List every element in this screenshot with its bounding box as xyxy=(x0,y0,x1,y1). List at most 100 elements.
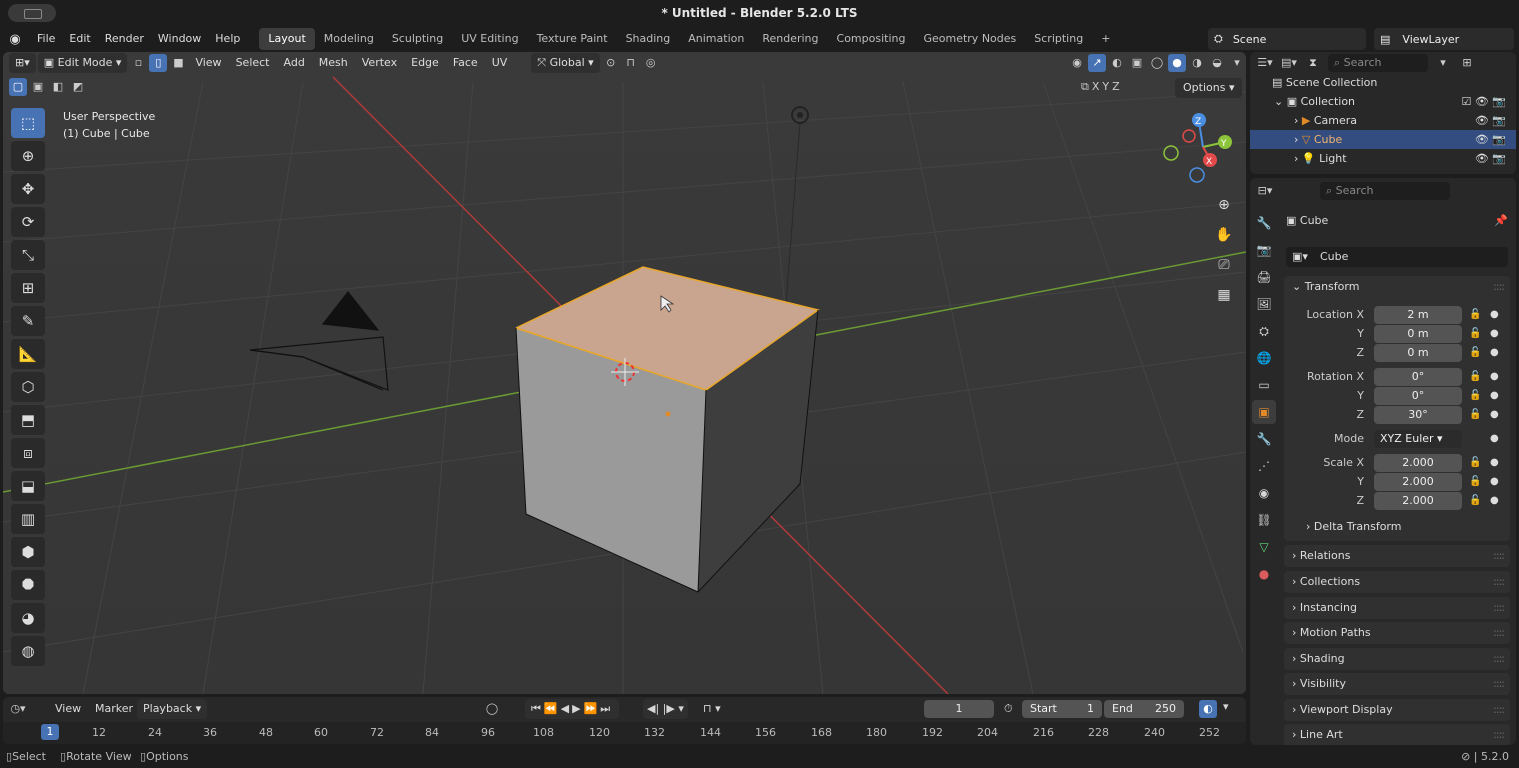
timeline-menu-view[interactable]: View xyxy=(49,699,87,719)
tab-layout[interactable]: Layout xyxy=(259,28,315,50)
transform-tool-icon[interactable]: ⊞ xyxy=(11,273,45,303)
menu-vertex[interactable]: Vertex xyxy=(356,53,403,73)
keyframe-dot-icon[interactable]: ● xyxy=(1490,371,1499,382)
tool-tab-icon[interactable]: 🔧 xyxy=(1252,211,1276,235)
add-workspace-button[interactable]: + xyxy=(1092,28,1119,50)
pan-hand-icon[interactable]: ✋ xyxy=(1211,222,1237,248)
lock-icon[interactable]: 🔓 xyxy=(1469,476,1481,487)
scene-selector[interactable]: ⛭ Scene xyxy=(1208,28,1366,50)
expand-chevron-icon[interactable]: ⌄ xyxy=(1274,95,1287,108)
lock-icon[interactable]: 🔓 xyxy=(1469,457,1481,468)
face-select-icon[interactable]: ■ xyxy=(169,54,187,72)
transform-chevron-icon[interactable]: ⌄ xyxy=(1292,280,1305,293)
filter-icon[interactable]: ⧗ xyxy=(1304,54,1322,72)
outliner-item-light[interactable]: › 💡 Light 👁 📷 xyxy=(1250,149,1516,168)
pivot-icon[interactable]: ⊙ xyxy=(602,54,620,72)
keyframe-nav-icons[interactable]: ◀| |▶ ▾ xyxy=(643,699,688,719)
outliner-item-camera[interactable]: › ▶ Camera 👁 📷 xyxy=(1250,111,1516,130)
keyframe-dot-icon[interactable]: ● xyxy=(1490,390,1499,401)
tab-sculpting[interactable]: Sculpting xyxy=(383,28,452,50)
outliner-filter-dropdown-icon[interactable]: ▾ xyxy=(1434,54,1452,72)
select-extend-icon[interactable]: ▣ xyxy=(29,78,47,96)
keyframe-dot-icon[interactable]: ● xyxy=(1490,495,1499,506)
keyframe-dot-icon[interactable]: ● xyxy=(1490,433,1499,444)
keyframe-dot-icon[interactable]: ● xyxy=(1490,347,1499,358)
play-icon[interactable]: ▶ xyxy=(572,702,583,715)
object-name-field[interactable]: ▣▾ Cube xyxy=(1286,247,1508,267)
keyframe-dot-icon[interactable]: ● xyxy=(1490,328,1499,339)
properties-search-input[interactable]: ⌕ Search xyxy=(1320,182,1450,200)
timeline-menu-marker[interactable]: Marker xyxy=(89,699,139,719)
shading-options-icon[interactable]: ▾ xyxy=(1228,54,1246,72)
mirror-x[interactable]: X xyxy=(1092,80,1100,94)
3d-viewport[interactable]: Z Y X ⊞▾ ▣ Edit Mode ▾ ▫ ▯ ■ View Select… xyxy=(3,52,1246,694)
drag-handle-icon[interactable]: :::: xyxy=(1493,622,1505,644)
lock-icon[interactable]: 🔓 xyxy=(1469,409,1481,420)
edge-select-icon[interactable]: ▯ xyxy=(149,54,168,72)
tab-texture-paint[interactable]: Texture Paint xyxy=(528,28,617,50)
chevron-down-icon[interactable]: ▾ xyxy=(1223,700,1229,713)
scale-tool-icon[interactable]: ⤡ xyxy=(11,240,45,270)
mirror-icon[interactable]: ⧉ xyxy=(1081,80,1089,94)
inset-tool-icon[interactable]: ⧈ xyxy=(11,438,45,468)
loop-cut-tool-icon[interactable]: ▥ xyxy=(11,504,45,534)
display-mode-icon[interactable]: ▤▾ xyxy=(1280,54,1298,72)
annotate-tool-icon[interactable]: ✎ xyxy=(11,306,45,336)
drag-handle-icon[interactable]: :::: xyxy=(1493,571,1505,593)
lock-icon[interactable]: 🔓 xyxy=(1469,390,1481,401)
select-new-icon[interactable]: ▢ xyxy=(9,78,27,96)
scale-x-field[interactable]: 2.000 xyxy=(1374,454,1462,472)
view-layer-tab-icon[interactable]: 🖼 xyxy=(1252,292,1276,316)
smooth-tool-icon[interactable]: ◍ xyxy=(11,636,45,666)
move-tool-icon[interactable]: ✥ xyxy=(11,174,45,204)
end-frame-field[interactable]: End 250 xyxy=(1104,700,1184,718)
location-x-field[interactable]: 2 m xyxy=(1374,306,1462,324)
lock-icon[interactable]: 🔓 xyxy=(1469,495,1481,506)
menu-file[interactable]: File xyxy=(30,27,62,51)
rotate-tool-icon[interactable]: ⟳ xyxy=(11,207,45,237)
physics-tab-icon[interactable]: ◉ xyxy=(1252,481,1276,505)
keyframe-dot-icon[interactable]: ● xyxy=(1490,309,1499,320)
collapse-chevron-icon[interactable]: › xyxy=(1294,114,1302,127)
lock-icon[interactable]: 🔓 xyxy=(1469,347,1481,358)
panel-line-art[interactable]: › Line Art:::: xyxy=(1284,724,1510,745)
render-tab-icon[interactable]: 📷 xyxy=(1252,238,1276,262)
collapse-chevron-icon[interactable]: › xyxy=(1294,133,1302,146)
menu-mesh[interactable]: Mesh xyxy=(313,53,354,73)
outliner-collection[interactable]: ⌄ ▣ Collection ☑ 👁 📷 xyxy=(1250,92,1516,111)
orientation-dropdown[interactable]: ⤧ Global ▾ xyxy=(531,53,600,73)
select-invert-icon[interactable]: ◩ xyxy=(69,78,87,96)
select-subtract-icon[interactable]: ◧ xyxy=(49,78,67,96)
timeline-editor-icon[interactable]: ◷▾ xyxy=(9,700,27,718)
drag-handle-icon[interactable]: :::: xyxy=(1493,724,1505,745)
menu-edit[interactable]: Edit xyxy=(62,27,97,51)
cursor-tool-icon[interactable]: ⊕ xyxy=(11,141,45,171)
delta-transform-subpanel[interactable]: › Delta Transform xyxy=(1306,520,1401,533)
menu-help[interactable]: Help xyxy=(208,27,247,51)
gizmo-toggle-icon[interactable]: ↗ xyxy=(1088,54,1106,72)
light-visibility-icons[interactable]: 👁 📷 xyxy=(1475,149,1506,168)
window-switch-icon[interactable] xyxy=(8,4,56,22)
rotation-y-field[interactable]: 0° xyxy=(1374,387,1462,405)
menu-add[interactable]: Add xyxy=(278,53,311,73)
timeline-overlay-icon[interactable]: ◐ xyxy=(1199,700,1217,718)
tab-compositing[interactable]: Compositing xyxy=(828,28,915,50)
lock-icon[interactable]: 🔓 xyxy=(1469,328,1481,339)
pin-icon[interactable]: 📌 xyxy=(1494,214,1508,227)
current-frame-marker[interactable]: 1 xyxy=(41,724,59,740)
keyframe-dot-icon[interactable]: ● xyxy=(1490,457,1499,468)
particles-tab-icon[interactable]: ⋰ xyxy=(1252,454,1276,478)
frame-ruler[interactable]: 1 12 24 36 48 60 72 84 96 108 120 132 14… xyxy=(3,722,1246,744)
scale-y-field[interactable]: 2.000 xyxy=(1374,473,1462,491)
rendered-shading-icon[interactable]: ◒ xyxy=(1208,54,1226,72)
zoom-icon[interactable]: ⊕ xyxy=(1211,192,1237,218)
drag-handle-icon[interactable]: :::: xyxy=(1493,699,1505,721)
constraints-tab-icon[interactable]: ⛓ xyxy=(1252,508,1276,532)
tab-modeling[interactable]: Modeling xyxy=(315,28,383,50)
knife-tool-icon[interactable]: ⬢ xyxy=(11,537,45,567)
menu-render[interactable]: Render xyxy=(98,27,151,51)
camera-view-icon[interactable]: ⎚ xyxy=(1211,252,1237,278)
drag-handle-icon[interactable]: :::: xyxy=(1493,545,1505,567)
poly-build-tool-icon[interactable]: ⯃ xyxy=(11,570,45,600)
current-frame-field[interactable]: 1 xyxy=(924,700,994,718)
